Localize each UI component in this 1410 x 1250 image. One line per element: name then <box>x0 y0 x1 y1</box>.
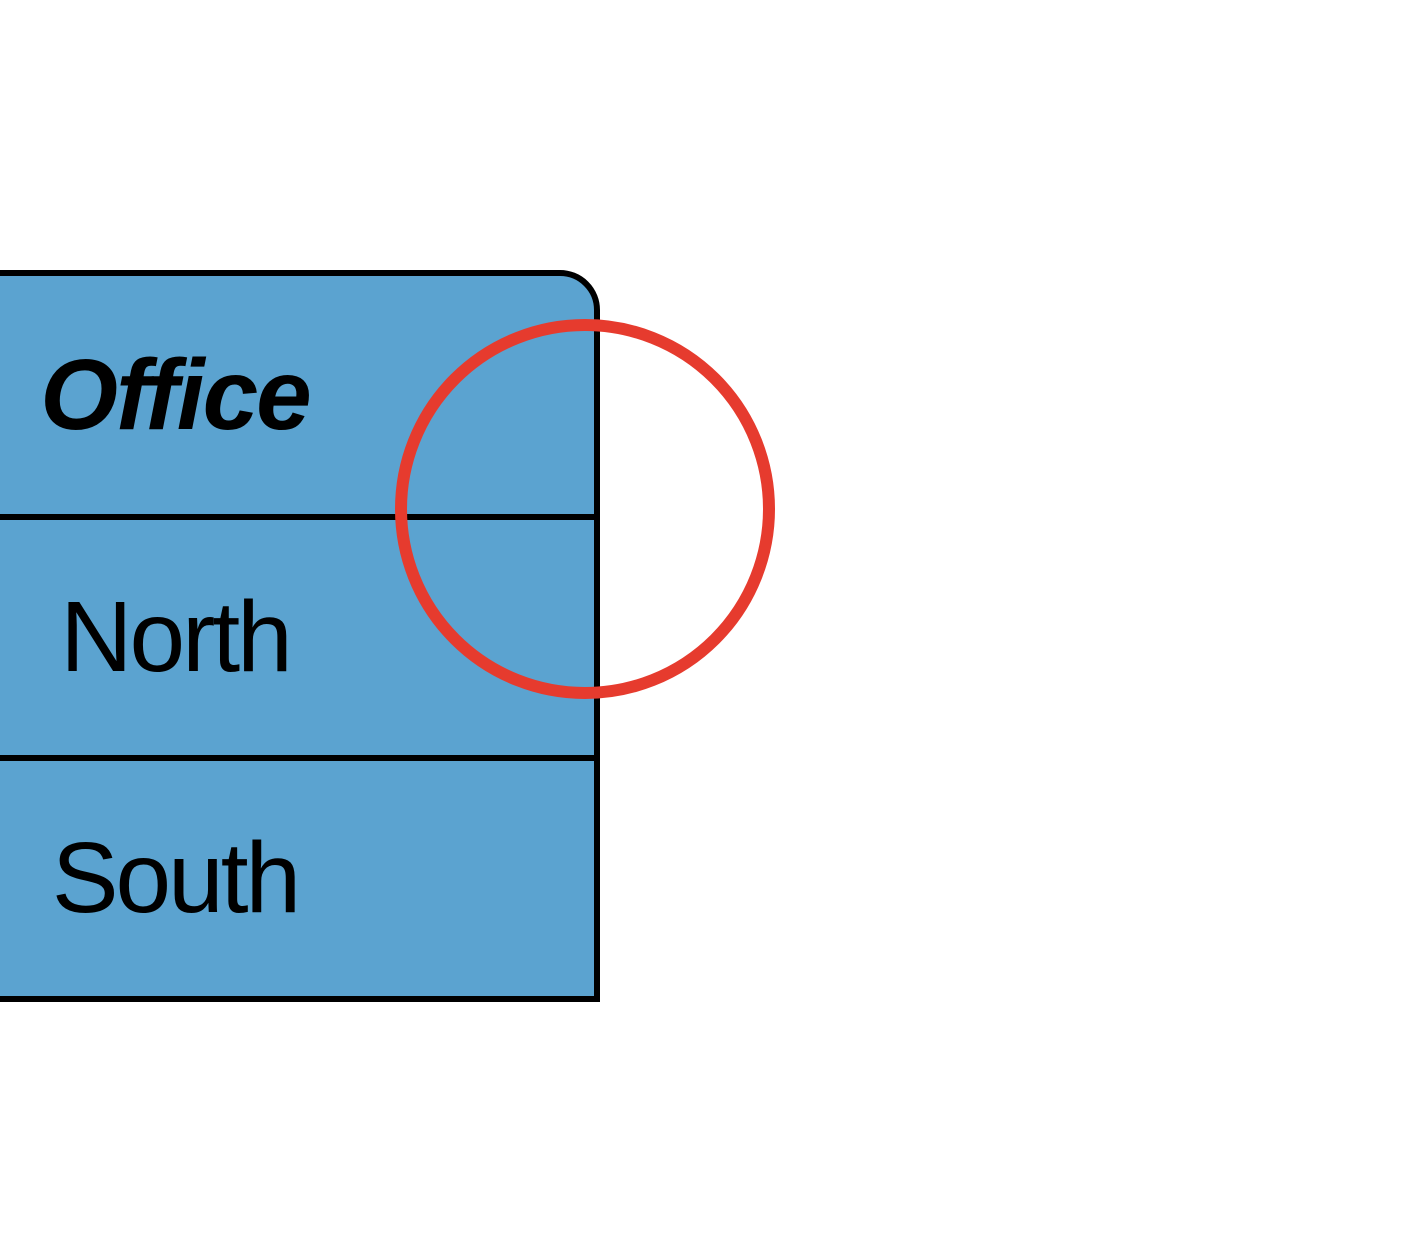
header-box: Office <box>0 270 600 520</box>
item-box-south: South <box>0 761 600 1002</box>
item-label: South <box>52 821 298 936</box>
org-diagram: Office North South <box>0 270 600 1002</box>
header-title: Office <box>40 338 310 453</box>
item-label: North <box>60 580 290 695</box>
item-box-north: North <box>0 520 600 761</box>
